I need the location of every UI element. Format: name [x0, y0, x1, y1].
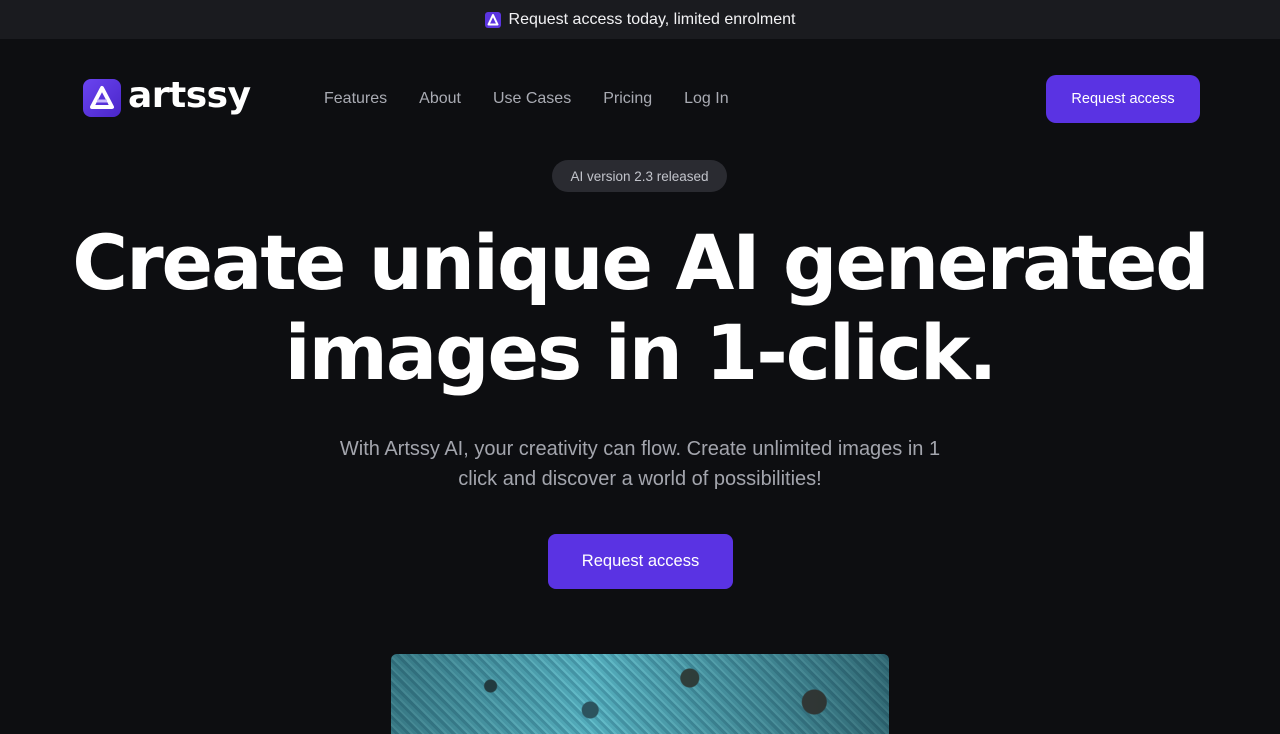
nav-link-about[interactable]: About [403, 88, 477, 110]
hero-preview-image [391, 654, 889, 734]
version-badge[interactable]: AI version 2.3 released [552, 160, 727, 192]
nav-link-use-cases[interactable]: Use Cases [477, 88, 587, 110]
hero-subtext: With Artssy AI, your creativity can flow… [300, 434, 980, 494]
subtext-line-2: click and discover a world of possibilit… [458, 468, 822, 490]
logo[interactable]: artssy [83, 75, 251, 117]
header-request-access-button[interactable]: Request access [1046, 75, 1200, 123]
artssy-logo-icon [484, 11, 501, 28]
nav-link-pricing[interactable]: Pricing [587, 88, 668, 110]
site-header: artssy Features About Use Cases Pricing … [0, 39, 1280, 159]
nav-link-log-in[interactable]: Log In [668, 88, 744, 110]
main-nav: Features About Use Cases Pricing Log In [308, 88, 745, 110]
announcement-text: Request access today, limited enrolment [508, 10, 796, 28]
nav-link-features[interactable]: Features [308, 88, 403, 110]
headline-line-1: Create unique AI generated [72, 218, 1209, 307]
logo-text: artssy [128, 75, 251, 116]
hero-headline: Create unique AI generated images in 1-c… [0, 218, 1280, 398]
announcement-bar[interactable]: Request access today, limited enrolment [0, 0, 1280, 39]
headline-line-2: images in 1-click. [284, 308, 998, 397]
hero-request-access-button[interactable]: Request access [548, 534, 733, 589]
logo-mark-icon [83, 79, 121, 117]
subtext-line-1: With Artssy AI, your creativity can flow… [339, 438, 941, 460]
